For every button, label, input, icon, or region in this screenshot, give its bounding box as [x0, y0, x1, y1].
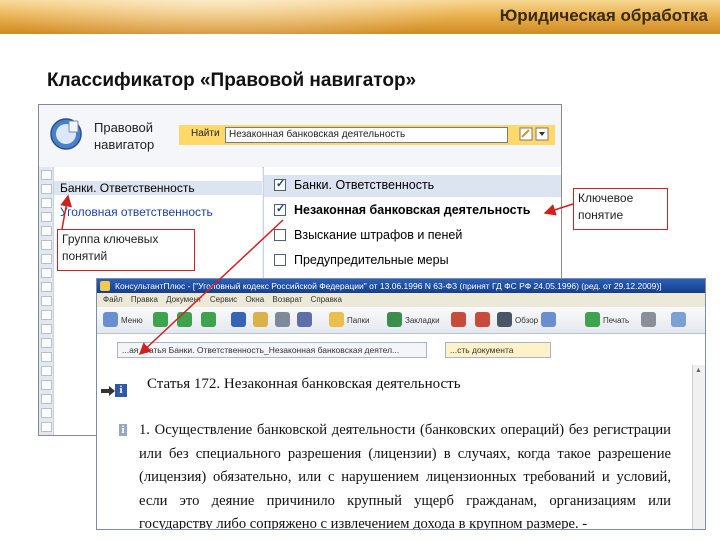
- slide-header-band: Юридическая обработка: [0, 0, 720, 34]
- document-toolbar: Меню Папки Закладки Обзор Печать: [97, 307, 705, 334]
- toolbar-label[interactable]: Папки: [347, 316, 370, 325]
- toolbar-label[interactable]: Обзор: [515, 316, 538, 325]
- document-scrollbar[interactable]: ▲: [692, 365, 705, 529]
- search-bar: Найти Незаконная банковская деятельность: [179, 125, 555, 145]
- header-sheen: [0, 0, 480, 34]
- binoculars-icon[interactable]: [497, 312, 512, 327]
- concept-label: Предупредительные меры: [294, 253, 449, 267]
- info-icon[interactable]: i: [115, 384, 127, 397]
- folders-icon[interactable]: [329, 312, 344, 327]
- menu-item[interactable]: Документ: [166, 295, 202, 304]
- save-icon[interactable]: [297, 312, 312, 327]
- article-paragraph: 1. Осуществление банковской деятельности…: [139, 422, 671, 530]
- document-tabs: ...ая статья Банки. Ответственность_Неза…: [97, 341, 705, 358]
- concept-row[interactable]: Незаконная банковская деятельность: [264, 200, 561, 222]
- slide-title: Классификатор «Правовой навигатор»: [47, 70, 417, 91]
- menu-bar: Файл Правка Документ Сервис Окна Возврат…: [97, 293, 705, 307]
- tab-document-info[interactable]: ...сть документа: [445, 342, 551, 358]
- folder-icon[interactable]: [253, 312, 268, 327]
- checkbox-checked[interactable]: [274, 177, 286, 191]
- article-title: Статья 172. Незаконная банковская деятел…: [147, 376, 461, 392]
- callout-key-concept: Ключевое понятие: [573, 188, 668, 230]
- group-item-criminal[interactable]: Уголовная ответственность: [60, 205, 213, 219]
- document-window-title: КонсультантПлюс - ["Уголовный кодекс Рос…: [97, 279, 705, 293]
- vertical-letter-bar[interactable]: [39, 167, 54, 435]
- up-icon[interactable]: [641, 312, 656, 327]
- menu-item[interactable]: Сервис: [210, 295, 237, 304]
- checkbox-unchecked[interactable]: [274, 229, 286, 241]
- checkbox-unchecked[interactable]: [274, 254, 286, 266]
- callout-key-group: Группа ключевых понятий: [57, 229, 195, 271]
- menu-item[interactable]: Справка: [311, 295, 342, 304]
- info-small-icon[interactable]: i: [119, 424, 127, 436]
- concept-label: Незаконная банковская деятельность: [294, 203, 531, 217]
- concept-row[interactable]: Взыскание штрафов и пеней: [264, 225, 561, 247]
- bookmarks-icon[interactable]: [387, 312, 402, 327]
- concept-label: Взыскание штрафов и пеней: [294, 228, 463, 242]
- header-title: Юридическая обработка: [499, 6, 708, 25]
- checkbox-checked[interactable]: [274, 202, 286, 216]
- pin-icon[interactable]: [475, 312, 490, 327]
- concept-row[interactable]: Банки. Ответственность: [264, 175, 561, 197]
- review-icon[interactable]: [541, 312, 556, 327]
- help-icon[interactable]: [671, 312, 686, 327]
- menu-item[interactable]: Окна: [246, 295, 265, 304]
- toolbar-label[interactable]: Меню: [121, 316, 143, 325]
- search-label: Найти: [191, 128, 220, 139]
- app-icon: [100, 281, 110, 291]
- menu-item[interactable]: Возврат: [272, 295, 302, 304]
- forward-arrow-icon[interactable]: [201, 312, 216, 327]
- toolbar-label[interactable]: Печать: [603, 316, 629, 325]
- search-input[interactable]: Незаконная банковская деятельность: [225, 127, 508, 143]
- tab-document-path[interactable]: ...ая статья Банки. Ответственность_Неза…: [117, 342, 427, 358]
- dropdown-arrow-icon[interactable]: [535, 127, 549, 141]
- concept-label: Банки. Ответственность: [294, 178, 435, 192]
- list-icon[interactable]: [177, 312, 192, 327]
- search-clear-icon[interactable]: [519, 127, 533, 141]
- ok-icon[interactable]: [585, 312, 600, 327]
- navigator-name: Правовой навигатор: [94, 120, 155, 152]
- toolbar-label[interactable]: Закладки: [405, 316, 440, 325]
- pen-icon[interactable]: [451, 312, 466, 327]
- print-icon[interactable]: [275, 312, 290, 327]
- back-arrow-icon[interactable]: [153, 312, 168, 327]
- menu-icon[interactable]: [103, 312, 118, 327]
- document-window: КонсультантПлюс - ["Уголовный кодекс Рос…: [96, 278, 706, 530]
- group-item-banks[interactable]: Банки. Ответственность: [54, 181, 262, 195]
- arrow-right-icon: [101, 386, 115, 396]
- navigator-logo-icon: [50, 118, 82, 150]
- menu-item[interactable]: Правка: [131, 295, 158, 304]
- menu-item[interactable]: Файл: [103, 295, 123, 304]
- concept-row[interactable]: Предупредительные меры: [264, 250, 561, 272]
- word-icon[interactable]: [231, 312, 246, 327]
- navigator-top-panel: Правовой навигатор Найти Незаконная банк…: [39, 105, 561, 168]
